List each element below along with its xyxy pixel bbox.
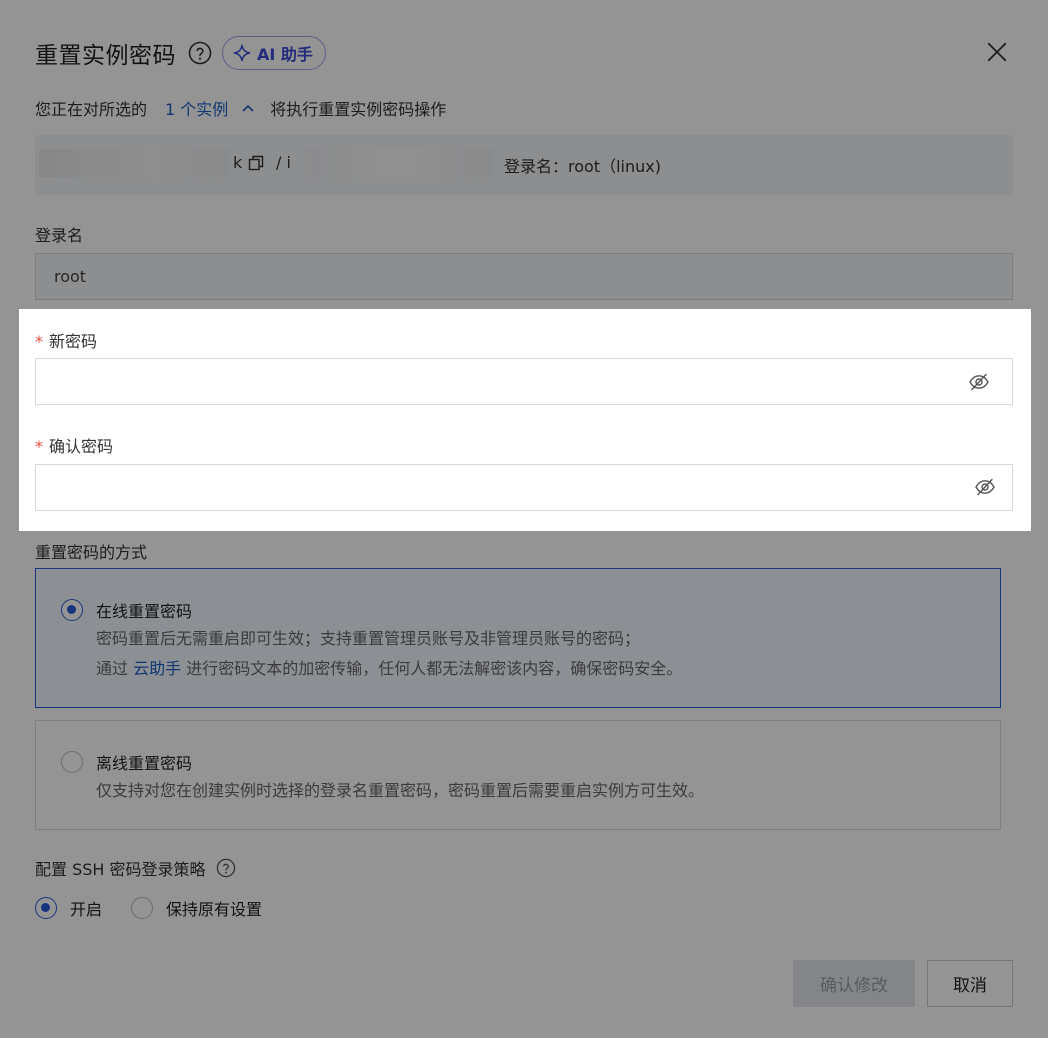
- desc-suffix: 进行密码文本的加密传输，任何人都无法解密该内容，确保密码安全。: [186, 659, 683, 678]
- chevron-up-icon[interactable]: [240, 100, 256, 116]
- online-reset-desc-line2: 通过 云助手 进行密码文本的加密传输，任何人都无法解密该内容，确保密码安全。: [96, 654, 682, 684]
- cloud-assistant-link[interactable]: 云助手: [133, 659, 181, 678]
- ssh-keep-label[interactable]: 保持原有设置: [166, 896, 262, 920]
- selection-summary: 您正在对所选的 1 个实例 将执行重置实例密码操作: [35, 96, 446, 120]
- online-reset-radio[interactable]: [61, 599, 83, 621]
- online-reset-description: 密码重置后无需重启即可生效；支持重置管理员账号及非管理员账号的密码； 通过 云助…: [96, 624, 682, 684]
- reset-password-dialog: 重置实例密码 AI 助手 您正在对所选的 1 个实例 将执行重置实例密码操作 k…: [0, 0, 1048, 1038]
- offline-reset-option[interactable]: 离线重置密码 仅支持对您在创建实例时选择的登录名重置密码，密码重置后需要重启实例…: [35, 720, 1001, 830]
- summary-prefix: 您正在对所选的: [35, 100, 148, 119]
- online-reset-desc-line1: 密码重置后无需重启即可生效；支持重置管理员账号及非管理员账号的密码；: [96, 629, 641, 648]
- offline-reset-description: 仅支持对您在创建实例时选择的登录名重置密码，密码重置后需要重启实例方可生效。: [96, 781, 705, 800]
- confirm-password-label: 确认密码: [35, 433, 113, 457]
- dialog-title: 重置实例密码: [35, 43, 176, 69]
- ai-assistant-label: AI 助手: [257, 45, 313, 64]
- offline-reset-radio[interactable]: [61, 751, 83, 773]
- new-password-label: 新密码: [35, 328, 97, 352]
- summary-suffix: 将执行重置实例密码操作: [270, 100, 447, 119]
- ssh-on-label[interactable]: 开启: [70, 896, 102, 920]
- help-icon[interactable]: [188, 41, 212, 65]
- desc-prefix: 通过: [96, 659, 129, 678]
- instance-count-link[interactable]: 1 个实例: [165, 96, 228, 120]
- copy-icon[interactable]: [247, 154, 265, 172]
- online-reset-option[interactable]: 在线重置密码 密码重置后无需重启即可生效；支持重置管理员账号及非管理员账号的密码…: [35, 568, 1001, 708]
- online-reset-title: 在线重置密码: [96, 602, 193, 621]
- new-password-input[interactable]: [35, 358, 1013, 405]
- offline-reset-title: 离线重置密码: [96, 754, 193, 773]
- instance-separator: / i: [276, 153, 291, 172]
- reset-method-label: 重置密码的方式: [35, 543, 148, 562]
- close-icon: [987, 42, 1007, 62]
- eye-off-icon[interactable]: [968, 371, 990, 393]
- close-button[interactable]: [984, 39, 1010, 65]
- confirm-password-input[interactable]: [35, 464, 1013, 511]
- instance-login-info: 登录名：root（linux): [504, 157, 661, 176]
- cancel-button[interactable]: 取消: [927, 960, 1013, 1007]
- ssh-policy-text: 配置 SSH 密码登录策略: [35, 860, 206, 879]
- help-icon[interactable]: [216, 858, 236, 878]
- eye-off-icon[interactable]: [974, 476, 996, 498]
- confirm-button[interactable]: 确认修改: [793, 960, 915, 1007]
- ssh-policy-label: 配置 SSH 密码登录策略: [35, 856, 236, 880]
- sparkle-icon: [233, 44, 251, 62]
- ai-assistant-button[interactable]: AI 助手: [222, 36, 326, 70]
- redacted-instance-id: [305, 149, 493, 177]
- instance-info-bar: k / i 登录名：root（linux): [35, 135, 1013, 195]
- redacted-instance-name: [39, 149, 229, 177]
- ssh-keep-radio[interactable]: [131, 897, 153, 919]
- dialog-header: 重置实例密码 AI 助手: [35, 34, 1018, 72]
- login-name-label: 登录名: [35, 226, 84, 245]
- login-name-field: root: [35, 253, 1013, 300]
- instance-id-tail: k: [233, 153, 243, 172]
- ssh-on-radio[interactable]: [35, 897, 57, 919]
